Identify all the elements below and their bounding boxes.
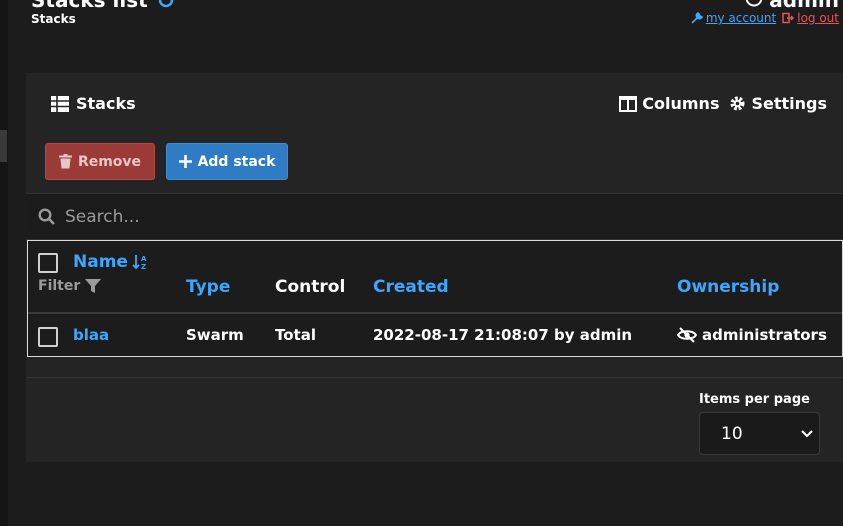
svg-text:Z: Z xyxy=(141,263,146,271)
search-bar[interactable]: Search... xyxy=(26,193,843,240)
table-icon xyxy=(51,95,69,112)
panel-title-text: Stacks xyxy=(76,94,136,113)
panel-title: Stacks xyxy=(51,94,136,113)
stacks-panel: Stacks Columns Settings Remove Add stack… xyxy=(26,73,843,462)
log-out-link[interactable]: log out xyxy=(782,11,839,25)
my-account-link[interactable]: my account xyxy=(691,11,776,25)
gear-icon xyxy=(730,96,745,111)
svg-text:A: A xyxy=(141,255,147,263)
stacks-table: Name AZ Filter Type Control Created Owne… xyxy=(27,240,843,357)
search-input[interactable]: Search... xyxy=(65,207,140,227)
trash-icon xyxy=(58,154,72,169)
stack-control: Total xyxy=(275,326,316,344)
settings-label: Settings xyxy=(751,94,827,113)
remove-label: Remove xyxy=(77,153,142,170)
row-checkbox[interactable] xyxy=(38,327,58,347)
add-stack-label: Add stack xyxy=(197,153,276,170)
stack-type: Swarm xyxy=(186,326,244,344)
search-icon xyxy=(38,208,55,225)
filter-label: Filter xyxy=(38,278,81,294)
columns-icon xyxy=(619,95,638,112)
stack-ownership: administrators xyxy=(677,326,827,344)
created-column-header[interactable]: Created xyxy=(373,277,449,297)
items-per-page-value: 10 xyxy=(721,423,743,444)
filter-button[interactable]: Filter xyxy=(38,277,102,295)
wrench-icon xyxy=(691,12,703,24)
items-per-page-select[interactable]: 10 xyxy=(699,412,820,455)
chevron-down-icon xyxy=(801,429,813,437)
log-out-label: log out xyxy=(797,11,839,25)
stack-name-link[interactable]: blaa xyxy=(73,326,109,344)
sign-out-icon xyxy=(782,12,795,24)
filter-icon xyxy=(85,279,102,293)
sidebar-resize-handle[interactable] xyxy=(0,130,7,162)
plus-icon xyxy=(178,155,192,168)
select-all-checkbox[interactable] xyxy=(38,253,58,273)
user-links: my account log out xyxy=(691,11,839,25)
add-stack-button[interactable]: Add stack xyxy=(166,143,288,180)
items-per-page-label: Items per page xyxy=(699,392,810,407)
columns-button[interactable]: Columns xyxy=(619,94,719,113)
panel-actions: Columns Settings xyxy=(619,94,827,113)
stack-created: 2022-08-17 21:08:07 by admin xyxy=(373,326,633,344)
left-sidebar-rail xyxy=(0,0,8,526)
page-title: Stacks list xyxy=(31,0,176,12)
name-column-header[interactable]: Name AZ xyxy=(73,252,150,272)
eye-slash-icon xyxy=(677,327,697,343)
header-divider xyxy=(28,312,842,314)
ownership-label: administrators xyxy=(702,326,827,344)
control-column-header: Control xyxy=(275,277,346,297)
sort-icon: AZ xyxy=(132,255,147,271)
breadcrumb: Stacks xyxy=(31,12,76,26)
page-title-text: Stacks list xyxy=(31,0,148,12)
settings-button[interactable]: Settings xyxy=(729,94,827,113)
remove-button[interactable]: Remove xyxy=(45,143,155,180)
name-header-label: Name xyxy=(73,252,128,272)
columns-label: Columns xyxy=(642,94,720,113)
refresh-icon[interactable] xyxy=(156,0,176,10)
ownership-column-header[interactable]: Ownership xyxy=(677,277,779,297)
my-account-label: my account xyxy=(705,11,777,25)
type-column-header[interactable]: Type xyxy=(186,277,230,297)
footer-divider xyxy=(26,377,843,378)
